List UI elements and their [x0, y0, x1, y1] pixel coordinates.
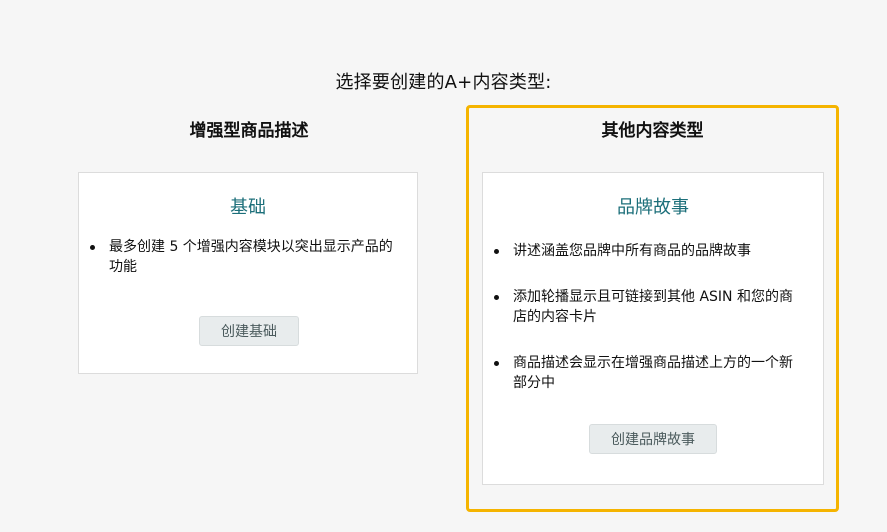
brand-story-bullet: 讲述涵盖您品牌中所有商品的品牌故事: [483, 241, 805, 261]
enhanced-description-column-title: 增强型商品描述: [189, 121, 309, 141]
basic-content-card[interactable]: 基础 最多创建 5 个增强内容模块以突出显示产品的功能 创建基础: [78, 172, 418, 374]
brand-story-card[interactable]: 品牌故事 讲述涵盖您品牌中所有商品的品牌故事 添加轮播显示且可链接到其他 ASI…: [482, 172, 824, 485]
content-type-selection-page: 选择要创建的A+内容类型: 增强型商品描述 基础 最多创建 5 个增强内容模块以…: [0, 0, 887, 532]
basic-card-bullet: 最多创建 5 个增强内容模块以突出显示产品的功能: [79, 237, 399, 277]
brand-story-bullet: 添加轮播显示且可链接到其他 ASIN 和您的商店的内容卡片: [483, 287, 805, 327]
brand-story-bullet: 商品描述会显示在增强商品描述上方的一个新部分中: [483, 353, 805, 393]
basic-card-bullet-list: 最多创建 5 个增强内容模块以突出显示产品的功能: [79, 237, 417, 277]
create-brand-story-button[interactable]: 创建品牌故事: [589, 424, 717, 454]
create-basic-button[interactable]: 创建基础: [199, 316, 299, 346]
other-content-types-column-title: 其他内容类型: [601, 121, 704, 141]
page-heading: 选择要创建的A+内容类型:: [335, 72, 552, 93]
brand-story-card-title: 品牌故事: [617, 197, 689, 218]
brand-story-bullet-list: 讲述涵盖您品牌中所有商品的品牌故事 添加轮播显示且可链接到其他 ASIN 和您的…: [483, 241, 823, 393]
basic-card-title: 基础: [230, 197, 266, 218]
